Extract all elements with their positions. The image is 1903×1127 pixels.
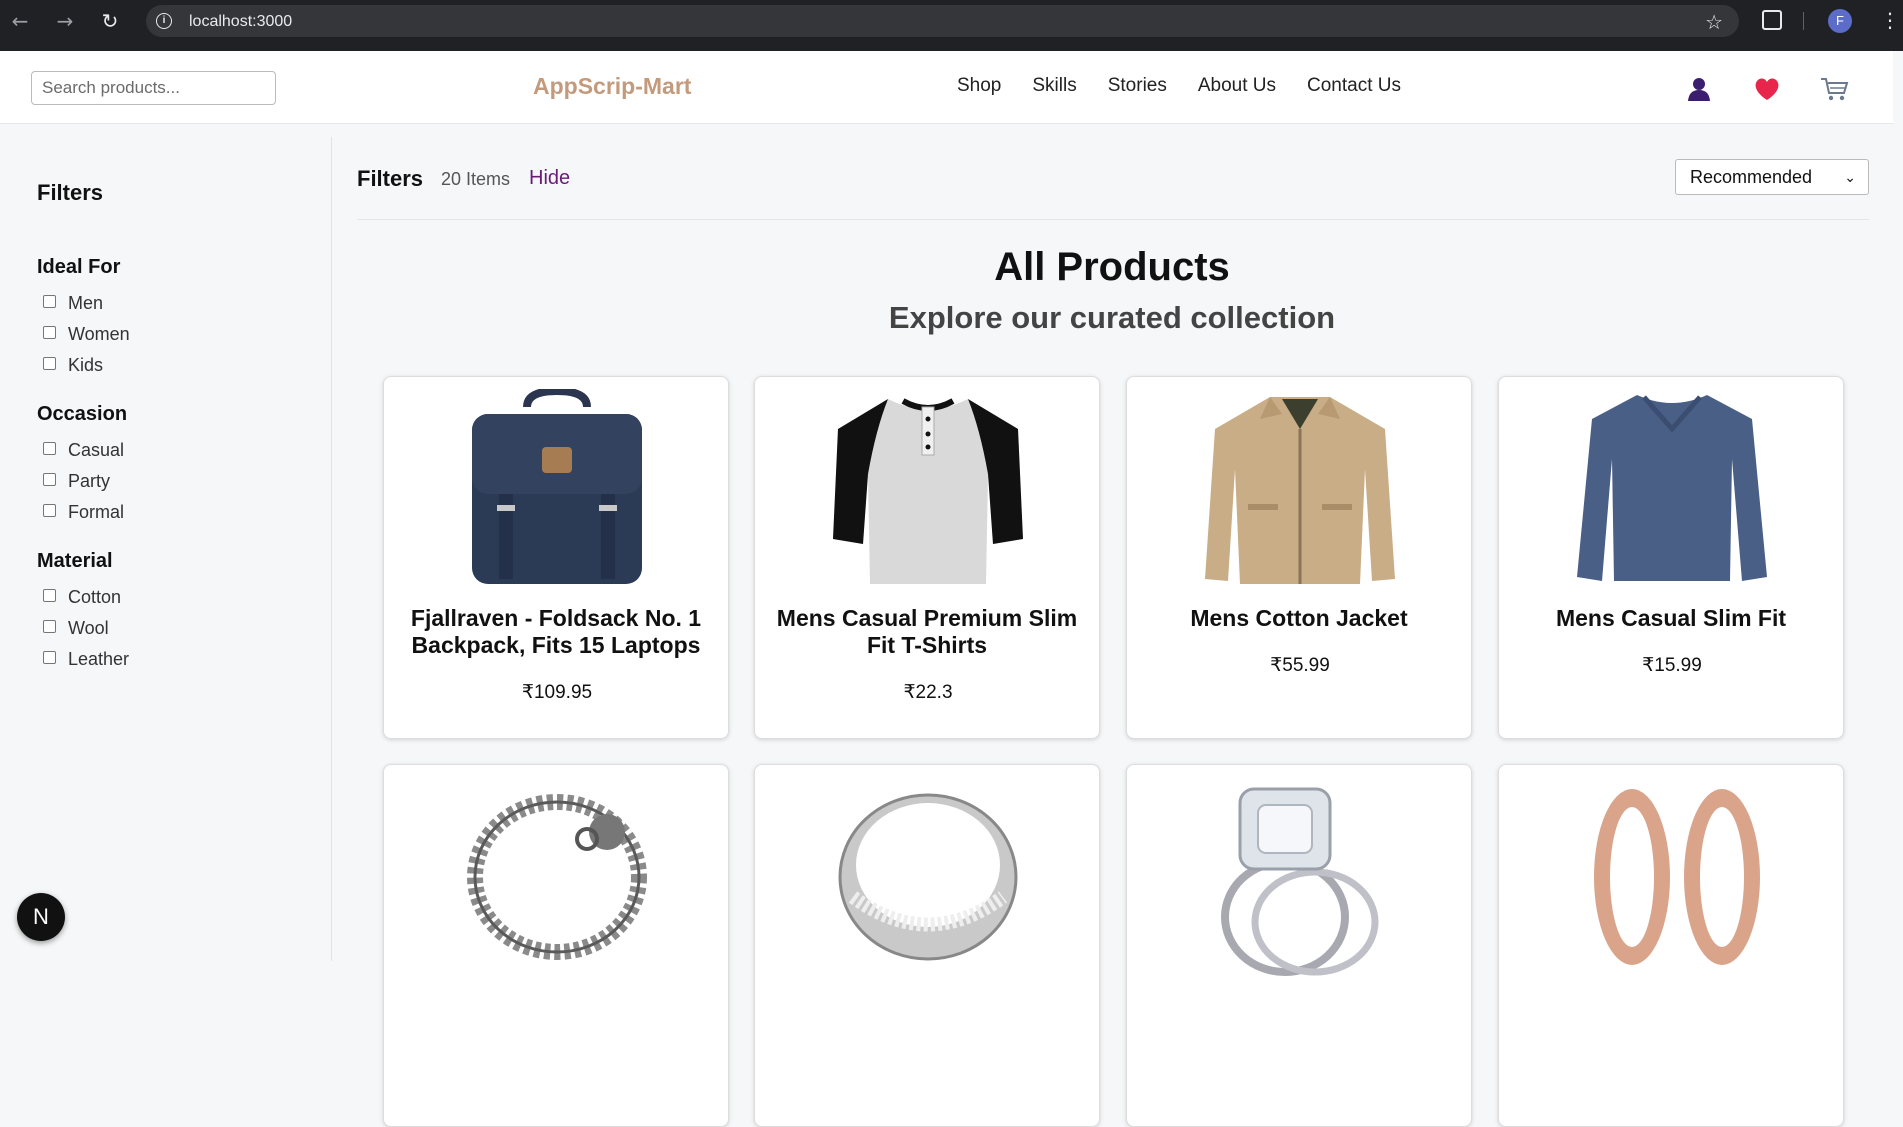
sort-select[interactable]: Recommended ⌄ bbox=[1675, 159, 1869, 195]
heart-icon[interactable] bbox=[1753, 76, 1781, 102]
product-card[interactable] bbox=[1498, 764, 1844, 1127]
bracelet-image bbox=[467, 794, 647, 960]
product-card[interactable]: Mens Casual Slim Fit ₹15.99 bbox=[1498, 376, 1844, 739]
bookmark-star-icon[interactable]: ☆ bbox=[1705, 10, 1723, 34]
brand-logo[interactable]: AppScrip-Mart bbox=[533, 73, 691, 100]
option-label: Formal bbox=[68, 502, 125, 522]
site-info-icon[interactable]: i bbox=[156, 13, 172, 29]
sort-selected-value: Recommended bbox=[1690, 167, 1813, 187]
nav-stories[interactable]: Stories bbox=[1108, 75, 1167, 97]
option-label: Kids bbox=[68, 355, 104, 375]
checkbox[interactable] bbox=[43, 620, 56, 633]
user-icon[interactable] bbox=[1686, 76, 1712, 102]
diamond-ring-image bbox=[1221, 787, 1379, 976]
product-price: ₹109.95 bbox=[521, 682, 593, 703]
back-icon[interactable]: ← bbox=[10, 11, 30, 31]
product-title[interactable]: Mens Casual Premium Slim Fit T-Shirts bbox=[767, 605, 1087, 659]
checkbox[interactable] bbox=[43, 473, 56, 486]
product-title[interactable]: Fjallraven - Foldsack No. 1 Backpack, Fi… bbox=[396, 605, 716, 659]
page-subtitle: Explore our curated collection bbox=[888, 300, 1336, 335]
filter-option-leather[interactable]: Leather bbox=[37, 644, 129, 675]
hide-filters-button[interactable]: Hide bbox=[529, 167, 570, 190]
jacket-image bbox=[1205, 397, 1395, 584]
long-sleeve-tee-image bbox=[1577, 395, 1767, 581]
filter-option-casual[interactable]: Casual bbox=[37, 435, 127, 466]
product-card[interactable] bbox=[1126, 764, 1472, 1127]
filter-group-title: Occasion bbox=[37, 403, 128, 425]
ring-image bbox=[838, 793, 1018, 961]
option-label: Leather bbox=[68, 649, 130, 669]
cart-icon[interactable] bbox=[1820, 76, 1850, 102]
filter-option-kids[interactable]: Kids bbox=[37, 350, 130, 381]
checkbox[interactable] bbox=[43, 504, 56, 517]
checkbox[interactable] bbox=[43, 442, 56, 455]
toolbar-divider bbox=[357, 219, 1869, 220]
filter-option-cotton[interactable]: Cotton bbox=[37, 582, 129, 613]
site-header: AppScrip-Mart Shop Skills Stories About … bbox=[0, 51, 1893, 124]
option-label: Party bbox=[68, 471, 111, 491]
product-price: ₹22.3 bbox=[903, 682, 953, 703]
page-title: All Products bbox=[994, 245, 1230, 289]
browser-menu-icon[interactable]: ⋮ bbox=[1880, 8, 1900, 32]
product-price: ₹15.99 bbox=[1642, 655, 1702, 676]
checkbox[interactable] bbox=[43, 651, 56, 664]
checkbox[interactable] bbox=[43, 357, 56, 370]
option-label: Casual bbox=[68, 440, 125, 460]
forward-icon[interactable]: → bbox=[55, 11, 75, 31]
search-input[interactable] bbox=[31, 71, 276, 105]
extensions-icon[interactable] bbox=[1762, 10, 1782, 30]
nav-shop[interactable]: Shop bbox=[957, 75, 1001, 97]
profile-avatar[interactable]: F bbox=[1828, 9, 1852, 33]
product-title[interactable]: Mens Casual Slim Fit bbox=[1511, 605, 1831, 632]
toolbar-filters-title: Filters bbox=[357, 166, 424, 191]
filter-group-material: Material Cotton Wool Leather bbox=[37, 550, 129, 675]
filter-option-party[interactable]: Party bbox=[37, 466, 127, 497]
address-url: localhost:3000 bbox=[189, 13, 293, 30]
product-card[interactable]: Mens Cotton Jacket ₹55.99 bbox=[1126, 376, 1472, 739]
sidebar-title: Filters bbox=[37, 180, 104, 205]
backpack-image bbox=[472, 389, 642, 584]
browser-chrome: ← → ↻ i localhost:3000 ☆ F ⋮ bbox=[0, 0, 1903, 51]
filter-group-occasion: Occasion Casual Party Formal bbox=[37, 403, 127, 528]
option-label: Wool bbox=[68, 618, 109, 638]
rose-gold-tunnels-image bbox=[1594, 789, 1760, 965]
product-card[interactable]: Fjallraven - Foldsack No. 1 Backpack, Fi… bbox=[383, 376, 729, 739]
reload-icon[interactable]: ↻ bbox=[100, 11, 120, 31]
nav-about-us[interactable]: About Us bbox=[1198, 75, 1276, 97]
product-title[interactable]: Mens Cotton Jacket bbox=[1139, 605, 1459, 632]
tshirt-image bbox=[833, 398, 1023, 584]
filter-option-formal[interactable]: Formal bbox=[37, 497, 127, 528]
option-label: Cotton bbox=[68, 587, 122, 607]
toolbar-separator bbox=[1803, 12, 1804, 30]
product-price: ₹55.99 bbox=[1270, 655, 1330, 676]
chevron-down-icon: ⌄ bbox=[1844, 169, 1856, 185]
nav-contact-us[interactable]: Contact Us bbox=[1307, 75, 1401, 97]
address-bar[interactable]: i localhost:3000 ☆ bbox=[146, 5, 1739, 37]
filter-option-wool[interactable]: Wool bbox=[37, 613, 129, 644]
item-count: 20 Items bbox=[441, 169, 511, 189]
product-card[interactable]: Mens Casual Premium Slim Fit T-Shirts ₹2… bbox=[754, 376, 1100, 739]
main-nav: Shop Skills Stories About Us Contact Us bbox=[957, 75, 1432, 97]
filter-group-title: Material bbox=[37, 550, 113, 572]
product-card[interactable] bbox=[383, 764, 729, 1127]
checkbox[interactable] bbox=[43, 589, 56, 602]
nav-skills[interactable]: Skills bbox=[1032, 75, 1076, 97]
nextjs-dev-badge[interactable]: N bbox=[17, 893, 65, 941]
product-card[interactable] bbox=[754, 764, 1100, 1127]
